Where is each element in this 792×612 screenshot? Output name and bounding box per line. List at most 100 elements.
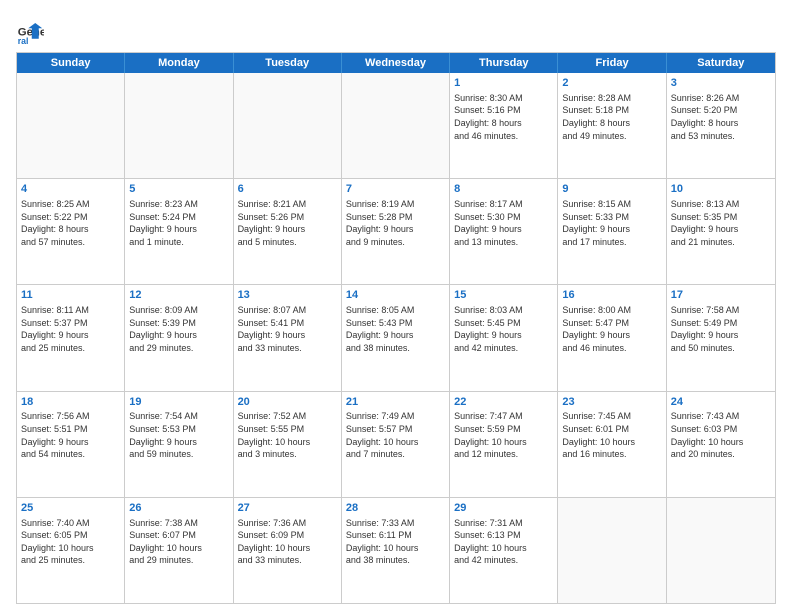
calendar-cell-r0c4: 1Sunrise: 8:30 AM Sunset: 5:16 PM Daylig… (450, 73, 558, 178)
cell-info: Sunrise: 8:30 AM Sunset: 5:16 PM Dayligh… (454, 92, 553, 142)
weekday-header-saturday: Saturday (667, 53, 775, 73)
day-number: 8 (454, 182, 553, 197)
page-header: Gene ral (16, 16, 776, 44)
day-number: 4 (21, 182, 120, 197)
cell-info: Sunrise: 8:11 AM Sunset: 5:37 PM Dayligh… (21, 304, 120, 354)
calendar-body: 1Sunrise: 8:30 AM Sunset: 5:16 PM Daylig… (17, 73, 775, 603)
cell-info: Sunrise: 8:17 AM Sunset: 5:30 PM Dayligh… (454, 198, 553, 248)
calendar-cell-r0c6: 3Sunrise: 8:26 AM Sunset: 5:20 PM Daylig… (667, 73, 775, 178)
day-number: 1 (454, 76, 553, 91)
calendar-cell-r3c6: 24Sunrise: 7:43 AM Sunset: 6:03 PM Dayli… (667, 392, 775, 497)
cell-info: Sunrise: 8:25 AM Sunset: 5:22 PM Dayligh… (21, 198, 120, 248)
cell-info: Sunrise: 8:26 AM Sunset: 5:20 PM Dayligh… (671, 92, 771, 142)
calendar-cell-r3c4: 22Sunrise: 7:47 AM Sunset: 5:59 PM Dayli… (450, 392, 558, 497)
weekday-header-wednesday: Wednesday (342, 53, 450, 73)
cell-info: Sunrise: 8:09 AM Sunset: 5:39 PM Dayligh… (129, 304, 228, 354)
cell-info: Sunrise: 8:28 AM Sunset: 5:18 PM Dayligh… (562, 92, 661, 142)
day-number: 17 (671, 288, 771, 303)
day-number: 23 (562, 395, 661, 410)
day-number: 29 (454, 501, 553, 516)
day-number: 20 (238, 395, 337, 410)
cell-info: Sunrise: 8:15 AM Sunset: 5:33 PM Dayligh… (562, 198, 661, 248)
cell-info: Sunrise: 8:07 AM Sunset: 5:41 PM Dayligh… (238, 304, 337, 354)
cell-info: Sunrise: 7:54 AM Sunset: 5:53 PM Dayligh… (129, 410, 228, 460)
cell-info: Sunrise: 8:13 AM Sunset: 5:35 PM Dayligh… (671, 198, 771, 248)
cell-info: Sunrise: 7:58 AM Sunset: 5:49 PM Dayligh… (671, 304, 771, 354)
calendar-cell-r3c5: 23Sunrise: 7:45 AM Sunset: 6:01 PM Dayli… (558, 392, 666, 497)
calendar-cell-r2c5: 16Sunrise: 8:00 AM Sunset: 5:47 PM Dayli… (558, 285, 666, 390)
weekday-header-tuesday: Tuesday (234, 53, 342, 73)
day-number: 19 (129, 395, 228, 410)
cell-info: Sunrise: 7:45 AM Sunset: 6:01 PM Dayligh… (562, 410, 661, 460)
cell-info: Sunrise: 8:21 AM Sunset: 5:26 PM Dayligh… (238, 198, 337, 248)
cell-info: Sunrise: 8:05 AM Sunset: 5:43 PM Dayligh… (346, 304, 445, 354)
calendar-cell-r1c4: 8Sunrise: 8:17 AM Sunset: 5:30 PM Daylig… (450, 179, 558, 284)
day-number: 26 (129, 501, 228, 516)
calendar-cell-r4c0: 25Sunrise: 7:40 AM Sunset: 6:05 PM Dayli… (17, 498, 125, 603)
cell-info: Sunrise: 7:43 AM Sunset: 6:03 PM Dayligh… (671, 410, 771, 460)
calendar-cell-r2c2: 13Sunrise: 8:07 AM Sunset: 5:41 PM Dayli… (234, 285, 342, 390)
calendar-cell-r3c2: 20Sunrise: 7:52 AM Sunset: 5:55 PM Dayli… (234, 392, 342, 497)
cell-info: Sunrise: 7:36 AM Sunset: 6:09 PM Dayligh… (238, 517, 337, 567)
calendar-cell-r4c6 (667, 498, 775, 603)
weekday-header-friday: Friday (558, 53, 666, 73)
cell-info: Sunrise: 8:23 AM Sunset: 5:24 PM Dayligh… (129, 198, 228, 248)
calendar-row-0: 1Sunrise: 8:30 AM Sunset: 5:16 PM Daylig… (17, 73, 775, 179)
day-number: 25 (21, 501, 120, 516)
day-number: 18 (21, 395, 120, 410)
day-number: 11 (21, 288, 120, 303)
calendar-cell-r4c4: 29Sunrise: 7:31 AM Sunset: 6:13 PM Dayli… (450, 498, 558, 603)
day-number: 27 (238, 501, 337, 516)
calendar-cell-r4c5 (558, 498, 666, 603)
day-number: 9 (562, 182, 661, 197)
calendar-cell-r1c3: 7Sunrise: 8:19 AM Sunset: 5:28 PM Daylig… (342, 179, 450, 284)
cell-info: Sunrise: 7:40 AM Sunset: 6:05 PM Dayligh… (21, 517, 120, 567)
calendar-cell-r3c0: 18Sunrise: 7:56 AM Sunset: 5:51 PM Dayli… (17, 392, 125, 497)
logo-icon: Gene ral (16, 16, 44, 44)
calendar-cell-r2c4: 15Sunrise: 8:03 AM Sunset: 5:45 PM Dayli… (450, 285, 558, 390)
day-number: 2 (562, 76, 661, 91)
calendar-cell-r2c1: 12Sunrise: 8:09 AM Sunset: 5:39 PM Dayli… (125, 285, 233, 390)
logo: Gene ral (16, 16, 48, 44)
calendar-cell-r0c2 (234, 73, 342, 178)
weekday-header-monday: Monday (125, 53, 233, 73)
calendar-row-2: 11Sunrise: 8:11 AM Sunset: 5:37 PM Dayli… (17, 285, 775, 391)
day-number: 13 (238, 288, 337, 303)
calendar-cell-r2c3: 14Sunrise: 8:05 AM Sunset: 5:43 PM Dayli… (342, 285, 450, 390)
calendar: SundayMondayTuesdayWednesdayThursdayFrid… (16, 52, 776, 604)
day-number: 6 (238, 182, 337, 197)
day-number: 22 (454, 395, 553, 410)
calendar-cell-r1c5: 9Sunrise: 8:15 AM Sunset: 5:33 PM Daylig… (558, 179, 666, 284)
day-number: 5 (129, 182, 228, 197)
svg-text:ral: ral (18, 36, 29, 44)
weekday-header-sunday: Sunday (17, 53, 125, 73)
cell-info: Sunrise: 7:47 AM Sunset: 5:59 PM Dayligh… (454, 410, 553, 460)
calendar-cell-r0c5: 2Sunrise: 8:28 AM Sunset: 5:18 PM Daylig… (558, 73, 666, 178)
calendar-row-1: 4Sunrise: 8:25 AM Sunset: 5:22 PM Daylig… (17, 179, 775, 285)
cell-info: Sunrise: 8:00 AM Sunset: 5:47 PM Dayligh… (562, 304, 661, 354)
cell-info: Sunrise: 7:33 AM Sunset: 6:11 PM Dayligh… (346, 517, 445, 567)
calendar-cell-r2c6: 17Sunrise: 7:58 AM Sunset: 5:49 PM Dayli… (667, 285, 775, 390)
calendar-cell-r1c0: 4Sunrise: 8:25 AM Sunset: 5:22 PM Daylig… (17, 179, 125, 284)
day-number: 15 (454, 288, 553, 303)
calendar-cell-r1c1: 5Sunrise: 8:23 AM Sunset: 5:24 PM Daylig… (125, 179, 233, 284)
calendar-cell-r3c1: 19Sunrise: 7:54 AM Sunset: 5:53 PM Dayli… (125, 392, 233, 497)
cell-info: Sunrise: 8:19 AM Sunset: 5:28 PM Dayligh… (346, 198, 445, 248)
day-number: 3 (671, 76, 771, 91)
day-number: 16 (562, 288, 661, 303)
cell-info: Sunrise: 8:03 AM Sunset: 5:45 PM Dayligh… (454, 304, 553, 354)
calendar-cell-r3c3: 21Sunrise: 7:49 AM Sunset: 5:57 PM Dayli… (342, 392, 450, 497)
day-number: 12 (129, 288, 228, 303)
day-number: 24 (671, 395, 771, 410)
day-number: 14 (346, 288, 445, 303)
calendar-header: SundayMondayTuesdayWednesdayThursdayFrid… (17, 53, 775, 73)
cell-info: Sunrise: 7:49 AM Sunset: 5:57 PM Dayligh… (346, 410, 445, 460)
calendar-cell-r1c6: 10Sunrise: 8:13 AM Sunset: 5:35 PM Dayli… (667, 179, 775, 284)
cell-info: Sunrise: 7:38 AM Sunset: 6:07 PM Dayligh… (129, 517, 228, 567)
calendar-cell-r0c3 (342, 73, 450, 178)
calendar-cell-r4c3: 28Sunrise: 7:33 AM Sunset: 6:11 PM Dayli… (342, 498, 450, 603)
calendar-cell-r2c0: 11Sunrise: 8:11 AM Sunset: 5:37 PM Dayli… (17, 285, 125, 390)
day-number: 21 (346, 395, 445, 410)
calendar-row-4: 25Sunrise: 7:40 AM Sunset: 6:05 PM Dayli… (17, 498, 775, 603)
calendar-cell-r0c1 (125, 73, 233, 178)
